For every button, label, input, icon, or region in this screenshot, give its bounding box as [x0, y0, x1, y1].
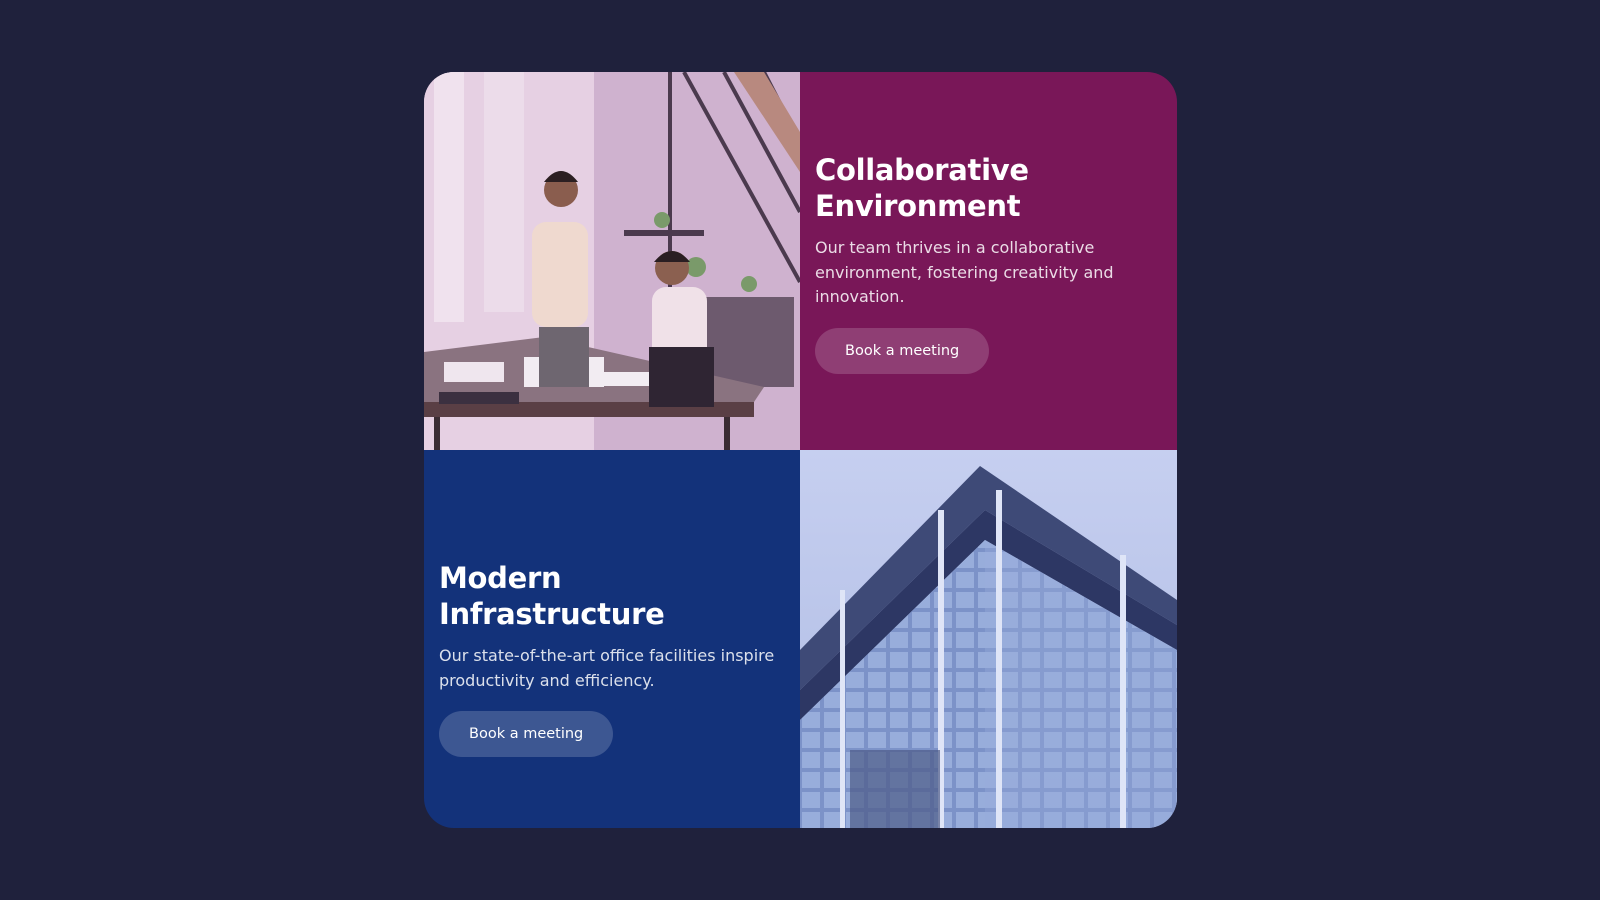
feature-grid: Collaborative Environment Our team thriv…	[424, 72, 1177, 828]
book-meeting-button[interactable]: Book a meeting	[439, 711, 614, 757]
collaborative-description: Our team thrives in a collaborative envi…	[815, 238, 1114, 306]
book-meeting-button[interactable]: Book a meeting	[815, 327, 990, 374]
collaborative-title-line1: Collaborative	[815, 153, 1029, 187]
infrastructure-title: Modern Infrastructure	[439, 561, 665, 631]
collaborative-title: Collaborative Environment	[815, 152, 1157, 224]
infrastructure-panel: Modern Infrastructure Our state-of-the-a…	[424, 450, 800, 828]
infrastructure-description: Our state-of-the-art office facilities i…	[439, 646, 775, 690]
collaborative-panel: Collaborative Environment Our team thriv…	[800, 72, 1177, 450]
collaborative-title-line2: Environment	[815, 189, 1021, 223]
office-building-photo	[800, 450, 1177, 828]
office-team-photo	[424, 72, 800, 450]
